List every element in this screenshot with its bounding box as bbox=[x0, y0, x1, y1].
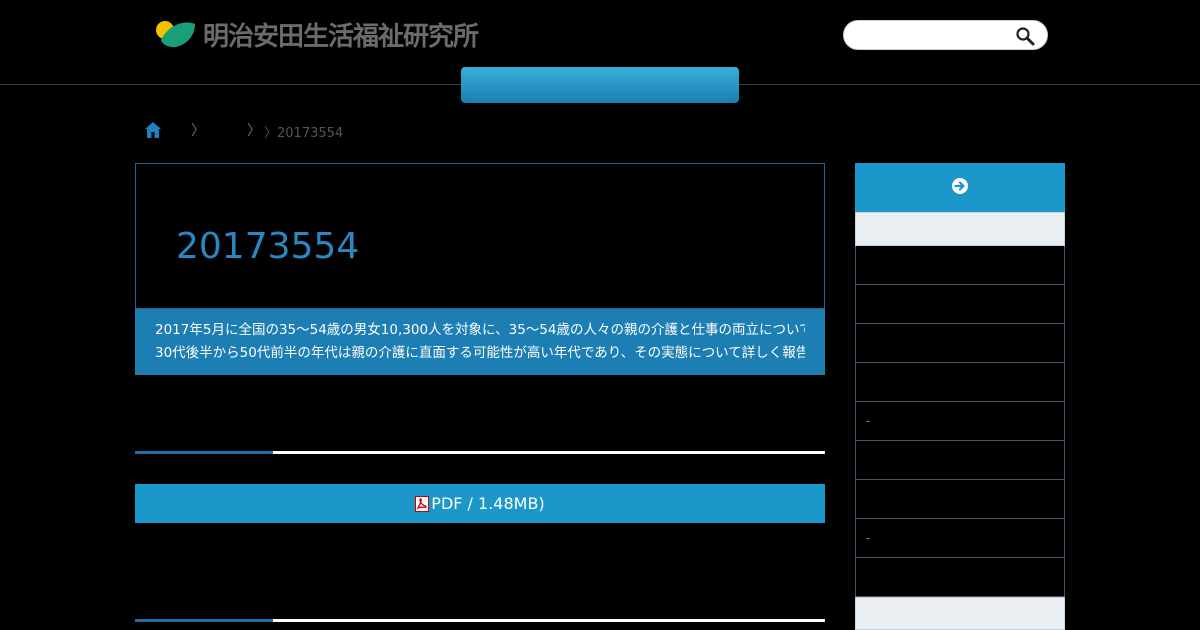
sidebar-item[interactable]: - bbox=[855, 402, 1065, 441]
breadcrumb-separator: 〉 bbox=[247, 123, 261, 139]
breadcrumb: 〉 〉 〉20173554 bbox=[143, 118, 343, 142]
article-header: 20173554 bbox=[135, 163, 825, 309]
pdf-icon bbox=[415, 495, 430, 512]
sidebar-subheader bbox=[855, 212, 1065, 246]
search-input[interactable] bbox=[854, 26, 1008, 46]
pdf-download-button[interactable]: PDF / 1.48MB) bbox=[135, 484, 825, 523]
logo-text: 明治安田生活福祉研究所 bbox=[203, 21, 479, 52]
home-icon[interactable] bbox=[143, 120, 163, 140]
leaf-logo-icon bbox=[155, 18, 197, 50]
sidebar-item[interactable]: - bbox=[855, 519, 1065, 558]
summary-line: 30代後半から50代前半の年代は親の介護に直面する可能性が高い年代であり、その実… bbox=[155, 345, 805, 361]
sidebar-item[interactable] bbox=[855, 285, 1065, 324]
sidebar-item[interactable] bbox=[855, 558, 1065, 597]
global-nav-button[interactable] bbox=[461, 67, 739, 103]
page-title: 20173554 bbox=[176, 226, 360, 267]
sidebar-footer-band bbox=[855, 597, 1065, 630]
section-divider-accent bbox=[135, 451, 273, 454]
breadcrumb-current: 〉20173554 bbox=[264, 126, 344, 141]
search-icon[interactable] bbox=[1014, 25, 1036, 47]
section-divider-accent bbox=[135, 619, 273, 622]
article-summary: 2017年5月に全国の35～54歳の男女10,300人を対象に、35～54歳の人… bbox=[135, 309, 825, 375]
sidebar-item[interactable] bbox=[855, 441, 1065, 480]
site-logo[interactable]: 明治安田生活福祉研究所 bbox=[155, 18, 479, 52]
sidebar-item[interactable] bbox=[855, 480, 1065, 519]
sidebar-header[interactable] bbox=[855, 163, 1065, 212]
sidebar-item[interactable] bbox=[855, 324, 1065, 363]
sidebar-item[interactable] bbox=[855, 246, 1065, 285]
sidebar: - - bbox=[855, 163, 1065, 630]
sidebar-item[interactable] bbox=[855, 363, 1065, 402]
section-divider bbox=[135, 451, 825, 454]
breadcrumb-separator: 〉 bbox=[191, 123, 205, 139]
section-divider bbox=[135, 619, 825, 622]
pdf-download-label: PDF / 1.48MB) bbox=[431, 494, 545, 513]
search-box bbox=[843, 20, 1048, 50]
arrow-right-circle-icon bbox=[951, 177, 969, 199]
summary-line: 2017年5月に全国の35～54歳の男女10,300人を対象に、35～54歳の人… bbox=[155, 322, 805, 338]
